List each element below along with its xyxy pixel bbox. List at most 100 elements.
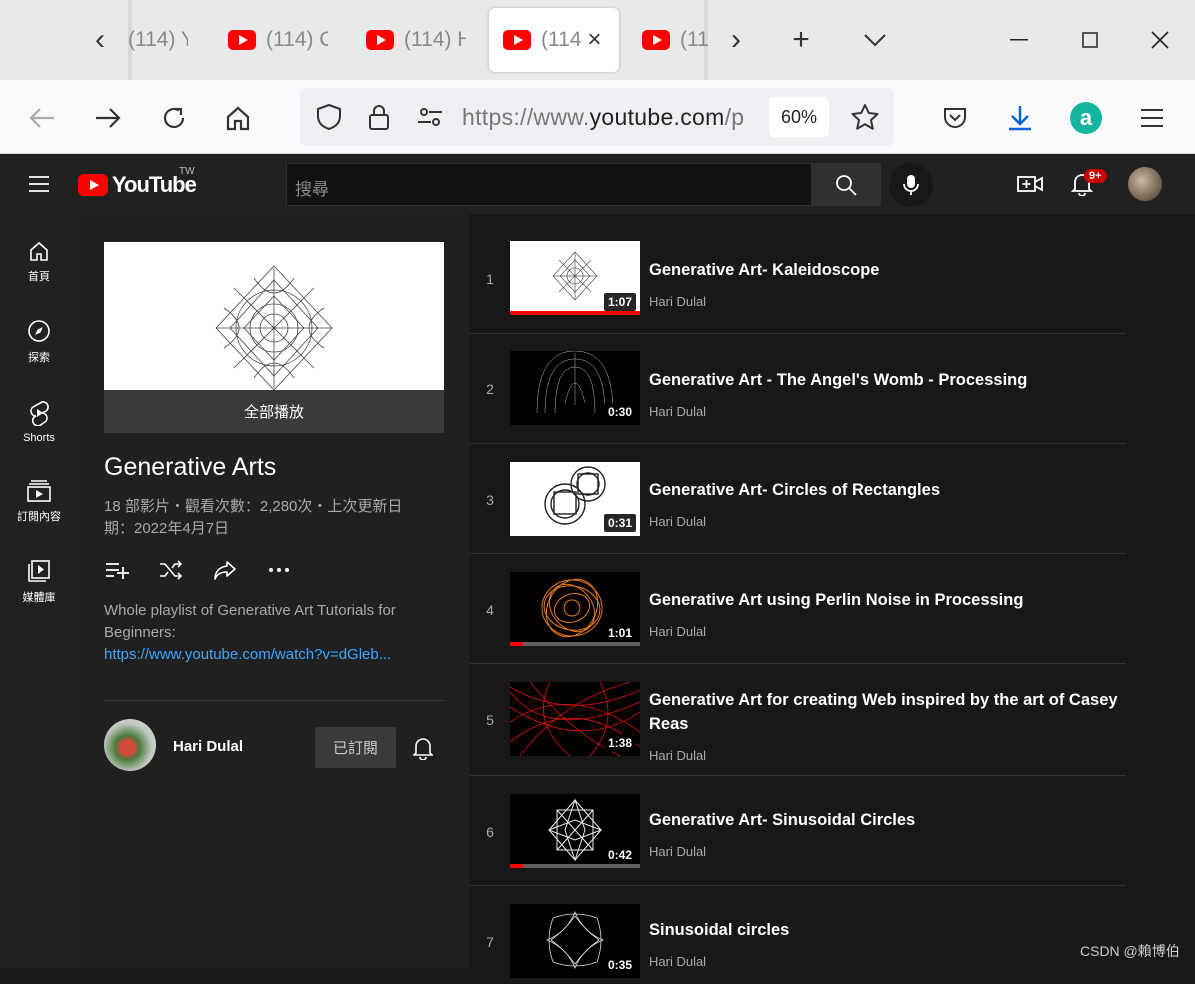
browser-tab-active[interactable]: (114 × — [489, 8, 619, 72]
youtube-logo[interactable]: YouTube TW — [78, 166, 197, 198]
url-text[interactable]: https://www.youtube.com/p — [462, 104, 756, 131]
video-thumbnail[interactable]: 1:38 — [510, 682, 640, 756]
voice-search-button[interactable] — [889, 163, 933, 207]
video-title[interactable]: Generative Art - The Angel's Womb - Proc… — [649, 368, 1129, 392]
video-row[interactable]: 1 1:07 Generative Art- Kaleidoscope Hari… — [470, 232, 1126, 334]
home-icon[interactable] — [218, 98, 258, 138]
video-row[interactable]: 4 1:01 Generative Art using Perlin Noise… — [470, 562, 1126, 664]
guide-item-subscriptions[interactable]: 訂閱內容 — [0, 466, 78, 538]
search-icon — [836, 174, 857, 196]
url-prefix: https://www. — [462, 104, 590, 130]
scroll-tabs-right-icon[interactable]: › — [716, 20, 756, 60]
tab-title: (114 — [541, 28, 582, 51]
video-title[interactable]: Generative Art- Circles of Rectangles — [649, 478, 1129, 502]
create-video-icon[interactable] — [1015, 169, 1045, 199]
more-options-icon[interactable] — [266, 557, 292, 583]
video-thumbnail[interactable]: 1:01 — [510, 572, 640, 646]
video-title[interactable]: Generative Art- Kaleidoscope — [649, 258, 1129, 282]
close-tab-icon[interactable]: × — [587, 26, 601, 54]
save-to-playlist-icon[interactable] — [104, 557, 130, 583]
video-title[interactable]: Generative Art using Perlin Noise in Pro… — [649, 588, 1129, 612]
guide-menu-icon[interactable] — [24, 169, 54, 199]
maximize-window-icon[interactable] — [1068, 18, 1112, 62]
download-icon[interactable] — [1000, 98, 1040, 138]
youtube-favicon-icon — [366, 30, 394, 50]
zoom-level-indicator[interactable]: 60% — [769, 97, 829, 137]
notification-count-badge: 9+ — [1084, 169, 1107, 183]
search-button[interactable] — [811, 163, 881, 206]
shield-icon[interactable] — [309, 97, 349, 137]
forward-arrow-icon[interactable] — [88, 98, 128, 138]
video-thumbnail[interactable]: 0:35 — [510, 904, 640, 978]
shuffle-icon[interactable] — [158, 557, 184, 583]
video-row[interactable]: 6 0:42 Generative Art- Sinusoidal Circle… — [470, 784, 1126, 886]
video-thumbnail[interactable]: 0:42 — [510, 794, 640, 868]
guide-item-explore[interactable]: 探索 — [0, 306, 78, 378]
video-title[interactable]: Generative Art for creating Web inspired… — [649, 688, 1129, 736]
browser-tab[interactable]: (114) Y — [128, 8, 188, 72]
video-channel[interactable]: Hari Dulal — [649, 294, 706, 309]
bookmark-star-icon[interactable] — [845, 97, 885, 137]
search-input[interactable]: 搜尋 — [286, 163, 812, 206]
country-code: TW — [179, 166, 195, 177]
video-row[interactable]: 2 0:30 Generative Art - The Angel's Womb… — [470, 342, 1126, 444]
video-index: 5 — [486, 712, 494, 728]
video-channel[interactable]: Hari Dulal — [649, 624, 706, 639]
notification-bell-icon[interactable] — [408, 733, 438, 763]
channel-avatar[interactable] — [104, 719, 156, 771]
browser-tab[interactable]: (114) C — [228, 8, 328, 72]
lock-icon[interactable] — [359, 97, 399, 137]
browser-tab-strip: ‹ (114) Y (114) C (114) H (114 × (11 › + — [0, 0, 1195, 80]
new-tab-plus-icon[interactable]: + — [781, 20, 821, 60]
account-avatar[interactable] — [1128, 167, 1162, 201]
video-duration: 0:35 — [603, 956, 636, 974]
video-channel[interactable]: Hari Dulal — [649, 748, 706, 763]
video-title[interactable]: Generative Art- Sinusoidal Circles — [649, 808, 1129, 832]
back-arrow-icon[interactable] — [22, 98, 62, 138]
video-channel[interactable]: Hari Dulal — [649, 844, 706, 859]
guide-item-label: 訂閱內容 — [17, 511, 61, 523]
share-icon[interactable] — [212, 557, 238, 583]
minimize-window-icon[interactable] — [997, 18, 1041, 62]
video-channel[interactable]: Hari Dulal — [649, 514, 706, 529]
watch-progress-fill — [510, 642, 523, 646]
video-row[interactable]: 7 0:35 Sinusoidal circles Hari Dulal — [470, 894, 1126, 984]
guide-item-shorts[interactable]: Shorts — [0, 386, 78, 458]
extension-a-icon[interactable]: a — [1066, 98, 1106, 138]
microphone-icon — [903, 175, 919, 195]
browser-tab[interactable]: (11 — [642, 8, 708, 72]
pocket-icon[interactable] — [935, 98, 975, 138]
guide-item-home[interactable]: 首頁 — [0, 226, 78, 298]
url-suffix: /p — [724, 104, 745, 130]
playlist-thumbnail[interactable] — [104, 242, 444, 390]
channel-name[interactable]: Hari Dulal — [173, 738, 243, 755]
subscriptions-icon — [27, 480, 51, 502]
video-title[interactable]: Sinusoidal circles — [649, 918, 1129, 942]
permissions-sliders-icon[interactable] — [410, 97, 450, 137]
subscribed-button[interactable]: 已訂閱 — [315, 727, 396, 768]
browser-tab[interactable]: (114) H — [366, 8, 466, 72]
play-all-button[interactable]: 全部播放 — [104, 390, 444, 433]
compass-icon — [28, 320, 50, 342]
guide-item-library[interactable]: 媒體庫 — [0, 546, 78, 618]
video-channel[interactable]: Hari Dulal — [649, 954, 706, 969]
reload-icon[interactable] — [154, 98, 194, 138]
home-icon — [30, 241, 48, 261]
description-link[interactable]: https://www.youtube.com/watch?v=dGleb... — [104, 644, 424, 666]
video-duration: 0:30 — [603, 403, 636, 421]
playlist-actions — [104, 557, 292, 583]
video-thumbnail[interactable]: 1:07 — [510, 241, 640, 315]
video-thumbnail[interactable]: 0:31 — [510, 462, 640, 536]
video-row[interactable]: 5 1:38 Generative Art for creating Web i… — [470, 672, 1126, 776]
close-window-icon[interactable] — [1138, 18, 1182, 62]
hamburger-menu-icon[interactable] — [1132, 98, 1172, 138]
video-row[interactable]: 3 0:31 Generative Art- Circles of Rectan… — [470, 452, 1126, 554]
guide-item-label: 媒體庫 — [22, 592, 56, 604]
scroll-tabs-left-icon[interactable]: ‹ — [80, 20, 120, 60]
watch-progress-bar — [510, 311, 640, 315]
video-channel[interactable]: Hari Dulal — [649, 404, 706, 419]
video-thumbnail[interactable]: 0:30 — [510, 351, 640, 425]
watch-progress-bar — [510, 864, 640, 868]
address-bar[interactable]: https://www.youtube.com/p 60% — [300, 88, 894, 146]
list-tabs-chevron-down-icon[interactable] — [855, 20, 895, 60]
